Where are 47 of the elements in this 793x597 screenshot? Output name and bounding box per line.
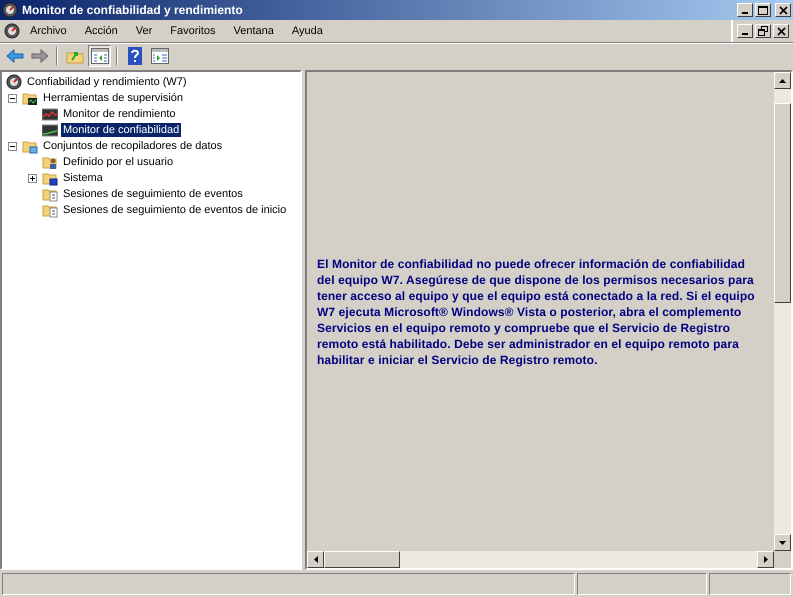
up-arrow-icon bbox=[779, 78, 786, 82]
expand-icon[interactable] bbox=[28, 174, 37, 182]
minimize-icon bbox=[742, 33, 748, 35]
window-title: Monitor de confiabilidad y rendimiento bbox=[22, 3, 243, 17]
minimize-button[interactable] bbox=[737, 3, 753, 17]
menu-item[interactable]: Favoritos bbox=[160, 25, 224, 37]
minimize-button[interactable] bbox=[737, 24, 753, 38]
pane-button[interactable] bbox=[88, 45, 111, 67]
vertical-scrollbar[interactable] bbox=[774, 72, 791, 551]
close-button[interactable] bbox=[775, 3, 791, 17]
horizontal-scrollbar[interactable] bbox=[307, 551, 774, 568]
tree-item[interactable]: Sistema bbox=[61, 171, 105, 185]
close-icon bbox=[776, 26, 786, 36]
close-button[interactable] bbox=[773, 24, 789, 38]
scroll-thumb[interactable] bbox=[774, 103, 791, 303]
collapse-icon[interactable] bbox=[8, 94, 17, 102]
restore-icon bbox=[758, 26, 768, 36]
menu-item[interactable]: Archivo bbox=[20, 25, 75, 37]
gauge-icon bbox=[2, 2, 18, 18]
menu-item[interactable]: Acción bbox=[74, 25, 126, 37]
close-icon bbox=[778, 6, 788, 14]
maximize-icon bbox=[758, 6, 768, 14]
restore-button[interactable] bbox=[755, 24, 771, 38]
tree-item[interactable]: Conjuntos de recopiladores de datos bbox=[41, 139, 224, 153]
error-message: El Monitor de confiabilidad no puede ofrecer información de confiabilidad del equipo W7. Asegúrese de que dispone de los permisos necesarios para tener acceso al equipo y que el equipo está conectado a la red. Si el equipo W7 ejecuta Microsoft® Windows® Vista o posterior, abra el complemento Servicios en el equipo remoto y compruebe que el Servicio de Registro remoto está habilitado. Debe ser administrador en el equipo remoto para habilitar e iniciar el Servicio de Registro remoto. bbox=[317, 256, 756, 368]
gauge-icon[interactable] bbox=[4, 23, 20, 39]
down-arrow-icon bbox=[779, 540, 786, 544]
gauge-icon bbox=[6, 74, 22, 90]
menu-item[interactable]: Ver bbox=[126, 25, 160, 37]
collapse-icon[interactable] bbox=[8, 142, 17, 150]
tree-item[interactable]: Sesiones de seguimiento de eventos bbox=[61, 187, 245, 201]
menu-item[interactable]: Ventana bbox=[223, 25, 282, 37]
minimize-icon bbox=[742, 12, 748, 14]
tree-item[interactable]: Monitor de rendimiento bbox=[61, 107, 178, 121]
menu-item[interactable]: Ayuda bbox=[282, 25, 331, 37]
left-arrow-icon bbox=[314, 556, 318, 563]
tree-item[interactable]: Herramientas de supervisión bbox=[41, 91, 186, 105]
tree-item[interactable]: Confiabilidad y rendimiento (W7) bbox=[25, 75, 189, 89]
chart-icon bbox=[42, 106, 58, 122]
scroll-thumb[interactable] bbox=[324, 551, 400, 568]
chart-icon bbox=[42, 122, 58, 138]
tree-item[interactable]: Sesiones de seguimiento de eventos de inicio bbox=[61, 203, 288, 217]
tree-item[interactable]: Definido por el usuario bbox=[61, 155, 176, 169]
right-arrow-icon bbox=[764, 556, 768, 563]
maximize-button[interactable] bbox=[755, 3, 771, 17]
pane-button[interactable] bbox=[148, 45, 171, 67]
tree-item[interactable]: Monitor de confiabilidad bbox=[61, 123, 182, 137]
